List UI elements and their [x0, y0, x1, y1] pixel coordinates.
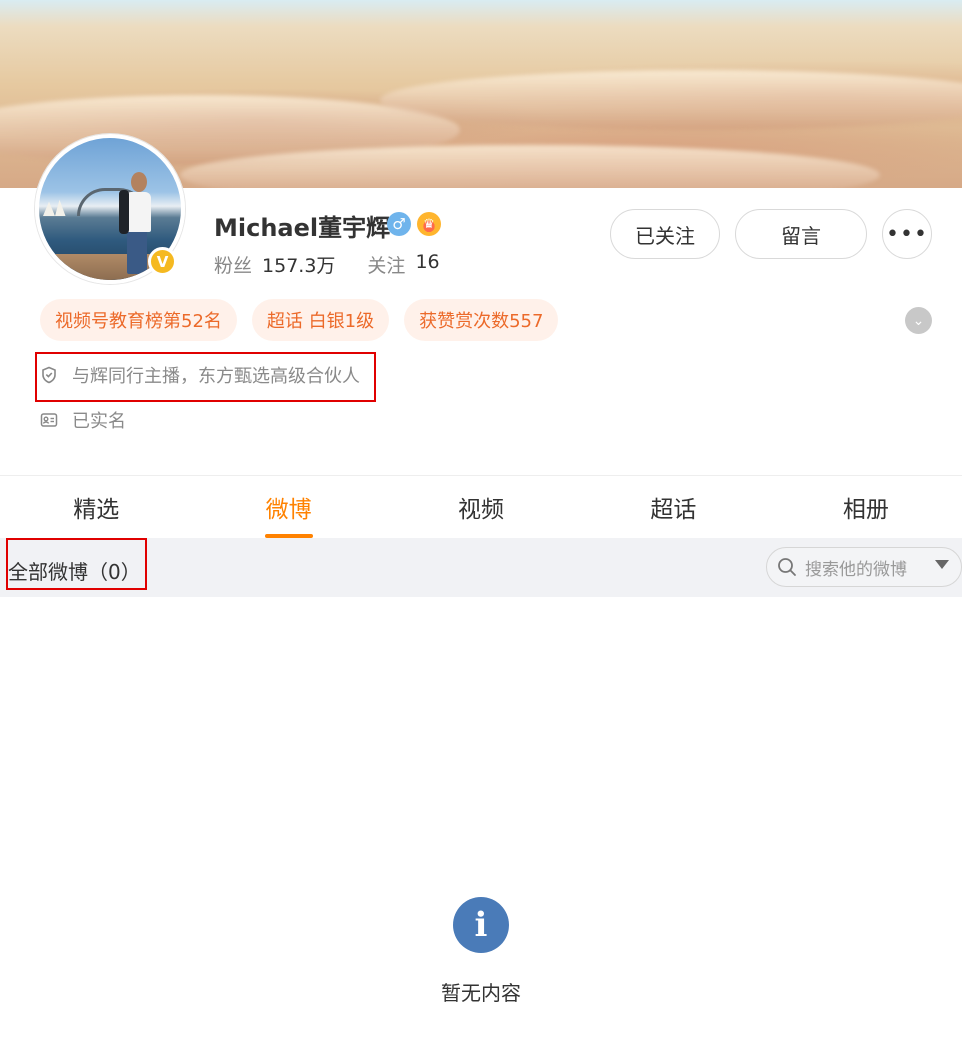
tab-featured[interactable]: 精选 [0, 476, 192, 538]
tag-video-ranking[interactable]: 视频号教育榜第52名 [40, 299, 237, 341]
all-weibo-count: 全部微博（0） [8, 560, 141, 584]
tab-video[interactable]: 视频 [385, 476, 577, 538]
search-placeholder: 搜索他的微博 [805, 559, 907, 580]
more-options-button[interactable]: ••• [882, 209, 932, 259]
shield-icon [42, 366, 56, 384]
expand-chevron-icon[interactable]: ⌄ [905, 307, 932, 334]
info-icon: i [453, 897, 509, 953]
crown-member-icon[interactable]: ♛ [417, 212, 441, 236]
followers-label: 粉丝 [214, 255, 253, 277]
tab-supertopic[interactable]: 超话 [577, 476, 769, 538]
tag-tip-count[interactable]: 获赞赏次数557 [404, 299, 559, 341]
realname-row: 已实名 [40, 407, 126, 433]
bio-text: 与辉同行主播，东方甄选高级合伙人 [72, 366, 360, 387]
followers-count[interactable]: 157.3万 [262, 251, 335, 278]
id-card-icon [40, 413, 58, 427]
search-icon [778, 558, 796, 576]
followed-button[interactable]: 已关注 [610, 209, 720, 259]
profile-stats: 粉丝 157.3万 关注 16 [214, 251, 440, 278]
message-button[interactable]: 留言 [735, 209, 867, 259]
following-count[interactable]: 16 [415, 251, 439, 278]
tab-weibo[interactable]: 微博 [192, 476, 384, 538]
male-gender-icon: ♂ [387, 212, 411, 236]
profile-username: Michael董宇辉 [214, 214, 391, 242]
profile-tabs: 精选 微博 视频 超话 相册 [0, 475, 962, 538]
dropdown-caret-icon[interactable] [935, 560, 949, 569]
verified-badge-icon: V [148, 247, 177, 276]
empty-state-text: 暂无内容 [441, 981, 521, 1005]
tag-supertopic-level[interactable]: 超话 白银1级 [251, 299, 390, 341]
following-label: 关注 [367, 255, 406, 277]
bio-row: 与辉同行主播，东方甄选高级合伙人 [40, 362, 360, 388]
profile-tags: 视频号教育榜第52名 超话 白银1级 获赞赏次数557 [40, 299, 559, 341]
search-weibo-input[interactable]: 搜索他的微博 [766, 547, 962, 587]
tab-album[interactable]: 相册 [770, 476, 962, 538]
realname-text: 已实名 [72, 411, 126, 432]
